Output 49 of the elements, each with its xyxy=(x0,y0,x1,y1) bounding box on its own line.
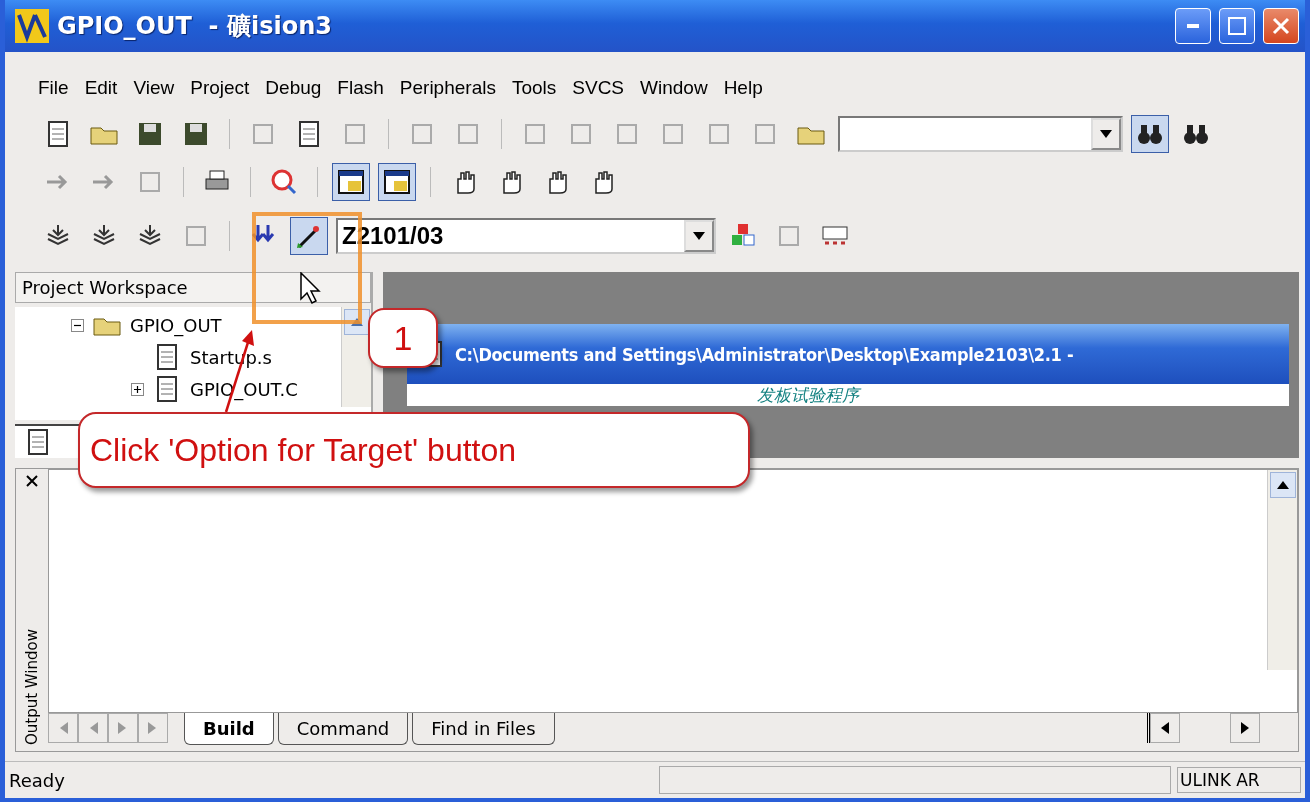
scroll-right-button[interactable] xyxy=(1230,713,1260,743)
workspace-toggle-button[interactable] xyxy=(332,163,370,201)
menu-item[interactable]: Debug xyxy=(258,75,329,101)
tree-item[interactable]: GPIO_OUT xyxy=(130,314,222,336)
menu-item[interactable]: View xyxy=(126,75,182,101)
debug-icon xyxy=(269,167,299,197)
find-button[interactable] xyxy=(1131,115,1169,153)
expand-icon[interactable] xyxy=(131,382,144,396)
app-logo-icon xyxy=(15,9,49,43)
scroll-left-button[interactable] xyxy=(1150,713,1180,743)
collapse-icon[interactable] xyxy=(71,318,84,332)
close-button[interactable] xyxy=(1263,8,1299,44)
panel-title: Project Workspace xyxy=(22,277,188,298)
close-icon xyxy=(26,475,38,487)
dropdown-button[interactable] xyxy=(684,220,714,252)
scroll-up-button[interactable] xyxy=(1270,472,1296,498)
output-window-label: Output Window xyxy=(23,629,41,745)
output-toggle-button[interactable] xyxy=(378,163,416,201)
step-badge: 1 xyxy=(368,308,438,368)
document-title: C:\Documents and Settings\Administrator\Desktop\Example2103\2.1 - xyxy=(455,343,1074,365)
status-text: Ready xyxy=(9,769,66,791)
workspace-toggle-icon xyxy=(336,167,366,197)
find-field[interactable] xyxy=(838,116,1123,152)
menu-item[interactable]: Help xyxy=(716,75,770,101)
output-toggle-icon xyxy=(382,167,412,197)
output-tab[interactable]: Find in Files xyxy=(412,713,555,745)
minimize-button[interactable] xyxy=(1175,8,1211,44)
minimize-icon xyxy=(1187,24,1199,28)
menu-item[interactable]: Window xyxy=(633,75,715,101)
scrollbar[interactable] xyxy=(341,307,371,407)
output-tab[interactable]: Command xyxy=(277,713,409,745)
dropdown-button[interactable] xyxy=(1091,118,1121,150)
callout: Click 'Option for Target' button xyxy=(78,412,750,488)
scrollbar[interactable] xyxy=(1267,470,1297,670)
menu-item[interactable]: Tools xyxy=(504,75,564,101)
close-icon xyxy=(1271,16,1291,36)
menu-item[interactable]: Edit xyxy=(77,75,125,101)
menu-item[interactable]: Project xyxy=(183,75,257,101)
output-tab[interactable]: Build xyxy=(184,713,274,745)
status-target: ULINK AR xyxy=(1177,767,1301,793)
maximize-icon xyxy=(1227,16,1247,36)
menu-item[interactable]: Flash xyxy=(330,75,391,101)
menu-item[interactable]: File xyxy=(31,75,76,101)
menu-item[interactable]: SVCS xyxy=(565,75,632,101)
window-title: GPIO_OUT - 礦ision3 xyxy=(57,11,333,42)
cursor-icon xyxy=(300,272,322,304)
options-for-target-button[interactable] xyxy=(290,217,328,255)
maximize-button[interactable] xyxy=(1219,8,1255,44)
menu-item[interactable]: Peripherals xyxy=(392,75,503,101)
